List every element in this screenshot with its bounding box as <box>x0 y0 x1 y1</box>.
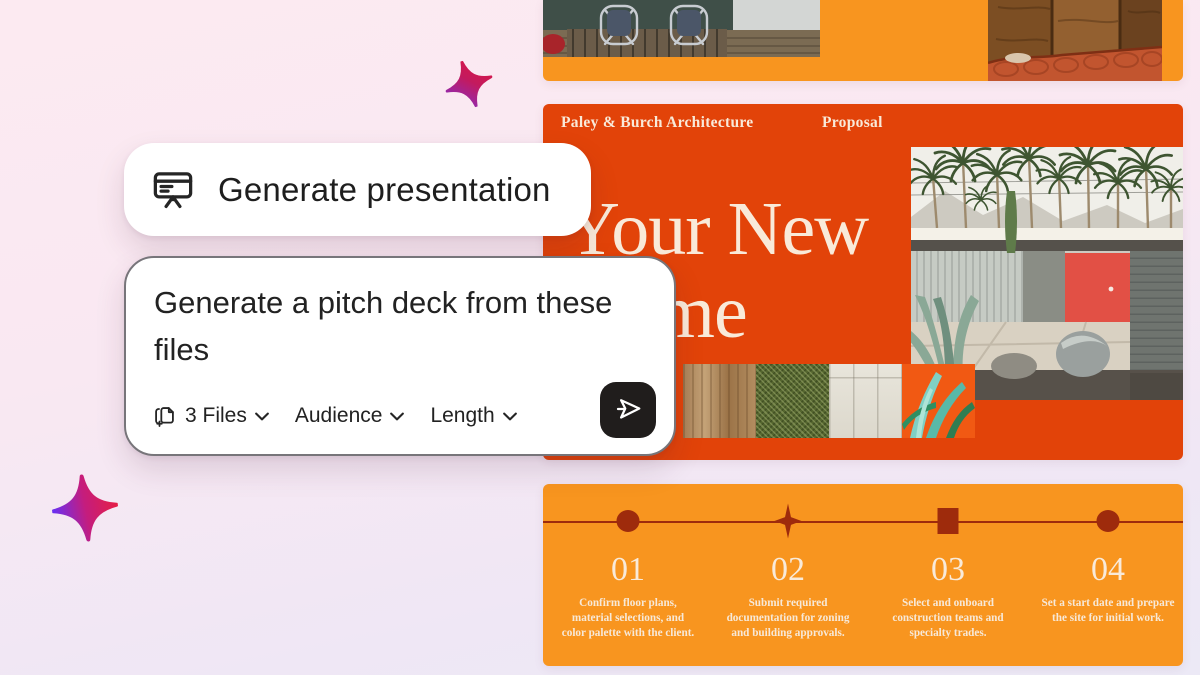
slide-brand: Paley & Burch Architecture <box>561 114 753 132</box>
material-swatches <box>683 364 975 438</box>
send-button[interactable] <box>600 382 656 438</box>
files-chip-label: 3 Files <box>185 404 247 428</box>
presentation-board-icon <box>150 167 196 213</box>
firefly-sparkle-icon <box>48 465 122 551</box>
chairs-photo-illustration <box>543 0 820 57</box>
step-text: Submit required documentation for zoning… <box>720 596 856 640</box>
marker-shape <box>617 510 640 532</box>
attached-files-icon <box>152 404 177 429</box>
house-illustration <box>911 147 1183 400</box>
generate-presentation-button[interactable]: Generate presentation <box>124 143 591 236</box>
slide-doc-label: Proposal <box>822 114 883 132</box>
length-chip-label: Length <box>430 404 494 428</box>
swatch-green-fabric <box>756 364 829 438</box>
marker-shape <box>775 504 802 539</box>
timeline-marker <box>713 504 863 540</box>
length-chip[interactable]: Length <box>430 404 516 428</box>
photo-house <box>911 147 1183 400</box>
generate-presentation-label: Generate presentation <box>218 171 551 209</box>
wood-couch-illustration <box>988 0 1162 81</box>
prompt-composer-card[interactable]: Generate a pitch deck from these files 3… <box>124 256 676 456</box>
slide-top-partial <box>543 0 1183 81</box>
step-text: Set a start date and prepare the site fo… <box>1040 596 1176 626</box>
timeline-step-4: 04 Set a start date and prepare the site… <box>1033 504 1183 626</box>
chevron-down-icon <box>255 412 269 421</box>
firefly-sparkle-icon <box>438 53 500 114</box>
stage: Paley & Burch Architecture Proposal Your… <box>0 0 1200 675</box>
marker-shape <box>938 508 959 534</box>
prompt-input[interactable]: Generate a pitch deck from these files <box>154 280 624 373</box>
audience-chip[interactable]: Audience <box>295 404 405 428</box>
agave-illustration <box>902 364 975 438</box>
swatch-wood <box>683 364 756 438</box>
marker-shape <box>1097 510 1120 532</box>
timeline-step-3: 03 Select and onboard construction teams… <box>873 504 1023 640</box>
step-text: Select and onboard construction teams an… <box>880 596 1016 640</box>
timeline-marker <box>1033 504 1183 540</box>
files-chip[interactable]: 3 Files <box>152 404 269 429</box>
swatch-agave <box>902 364 975 438</box>
slide-timeline: 01 Confirm floor plans, material selecti… <box>543 484 1183 666</box>
timeline-step-1: 01 Confirm floor plans, material selecti… <box>553 504 703 640</box>
step-number: 04 <box>1033 553 1183 587</box>
chevron-down-icon <box>390 412 404 421</box>
send-arrow-icon <box>613 394 643 427</box>
step-number: 02 <box>713 553 863 587</box>
timeline-step-2: 02 Submit required documentation for zon… <box>713 504 863 640</box>
timeline-marker <box>873 504 1023 540</box>
step-number: 01 <box>553 553 703 587</box>
swatch-white-panel <box>829 364 902 438</box>
timeline-marker <box>553 504 703 540</box>
photo-wood-couch <box>988 0 1162 81</box>
step-text: Confirm floor plans, material selections… <box>560 596 696 640</box>
photo-chairs <box>543 0 820 57</box>
chevron-down-icon <box>503 412 517 421</box>
audience-chip-label: Audience <box>295 404 383 428</box>
composer-controls: 3 Files Audience Length <box>152 396 517 436</box>
step-number: 03 <box>873 553 1023 587</box>
